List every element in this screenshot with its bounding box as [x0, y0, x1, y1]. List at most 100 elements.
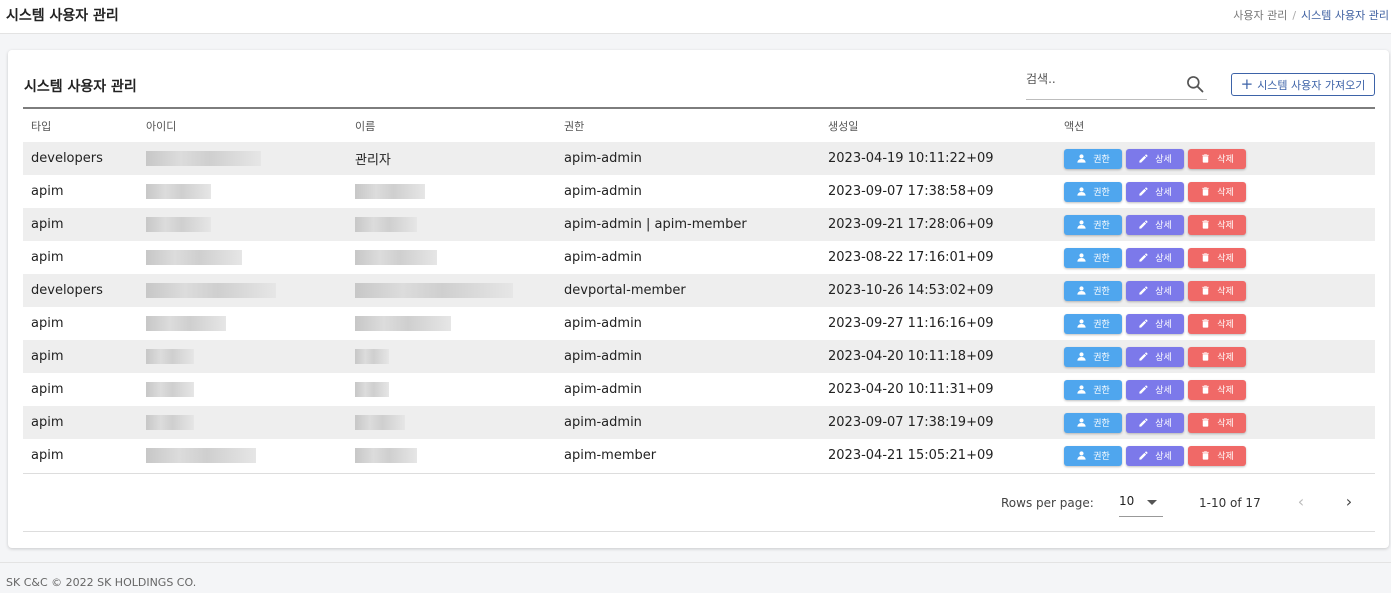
cell-actions: 권한 상세 삭제 [1056, 274, 1375, 307]
table-row[interactable]: developers 관리자 apim-admin 2023-04-19 10:11:… [23, 142, 1375, 175]
user-icon [1076, 450, 1093, 461]
trash-icon [1200, 417, 1217, 428]
table-row[interactable]: apim apim-member 2023-04-21 15:05:21+09 권한 상… [23, 439, 1375, 472]
redacted-name [355, 316, 451, 331]
detail-button[interactable]: 상세 [1126, 346, 1184, 367]
delete-button[interactable]: 삭제 [1188, 214, 1246, 235]
table-body: developers 관리자 apim-admin 2023-04-19 10:11:… [23, 142, 1375, 472]
detail-button[interactable]: 상세 [1126, 445, 1184, 466]
detail-button[interactable]: 상세 [1126, 412, 1184, 433]
cell-name [347, 208, 556, 241]
column-header-id[interactable]: 아이디 [138, 109, 347, 142]
table-row[interactable]: apim apim-admin 2023-04-20 10:11:31+09 권한 상세… [23, 373, 1375, 406]
table-row[interactable]: apim apim-admin 2023-08-22 17:16:01+09 권한 상세… [23, 241, 1375, 274]
redacted-name [355, 448, 417, 463]
detail-button[interactable]: 상세 [1126, 181, 1184, 202]
permission-button[interactable]: 권한 [1064, 280, 1122, 301]
table-row[interactable]: apim apim-admin 2023-04-20 10:11:18+09 권한 상세… [23, 340, 1375, 373]
table-row[interactable]: apim apim-admin 2023-09-07 17:38:19+09 권한 상세… [23, 406, 1375, 439]
table-row[interactable]: apim apim-admin 2023-09-07 17:38:58+09 권한 상세… [23, 175, 1375, 208]
cell-name [347, 241, 556, 274]
trash-icon [1200, 384, 1217, 395]
permission-button[interactable]: 권한 [1064, 379, 1122, 400]
delete-button[interactable]: 삭제 [1188, 280, 1246, 301]
breadcrumb-item-system-user-management: 시스템 사용자 관리 [1301, 9, 1389, 22]
cell-role: devportal-member [564, 283, 686, 298]
import-button-label: 시스템 사용자 가져오기 [1257, 78, 1366, 92]
table-header-row: 타입 아이디 이름 권한 생성일 액션 [23, 109, 1375, 142]
delete-button-label: 삭제 [1217, 419, 1234, 429]
search-icon[interactable] [1185, 74, 1205, 94]
cell-type: developers [31, 151, 103, 166]
delete-button[interactable]: 삭제 [1188, 148, 1246, 169]
column-header-type[interactable]: 타입 [23, 109, 138, 142]
table-row[interactable]: apim apim-admin | apim-member 2023-09-21 1… [23, 208, 1375, 241]
delete-button[interactable]: 삭제 [1188, 346, 1246, 367]
cell-role: apim-admin [564, 151, 642, 166]
trash-icon [1200, 318, 1217, 329]
permission-button[interactable]: 권한 [1064, 247, 1122, 268]
delete-button[interactable]: 삭제 [1188, 412, 1246, 433]
cell-role: apim-admin [564, 415, 642, 430]
detail-button-label: 상세 [1155, 419, 1172, 429]
pencil-icon [1138, 384, 1155, 395]
rows-per-page-value: 10 [1119, 494, 1135, 508]
chevron-right-icon[interactable]: › [1339, 493, 1359, 513]
redacted-id [146, 151, 261, 166]
cell-actions: 권한 상세 삭제 [1056, 241, 1375, 274]
delete-button[interactable]: 삭제 [1188, 445, 1246, 466]
detail-button[interactable]: 상세 [1126, 379, 1184, 400]
pencil-icon [1138, 153, 1155, 164]
redacted-id [146, 415, 194, 430]
cell-type: apim [31, 184, 64, 199]
cell-type: apim [31, 250, 64, 265]
column-header-created[interactable]: 생성일 [820, 109, 1056, 142]
permission-button[interactable]: 권한 [1064, 346, 1122, 367]
search-input[interactable] [1026, 72, 1176, 86]
column-header-name[interactable]: 이름 [347, 109, 556, 142]
detail-button[interactable]: 상세 [1126, 214, 1184, 235]
breadcrumb-item-user-management[interactable]: 사용자 관리 [1233, 9, 1287, 22]
user-icon [1076, 318, 1093, 329]
permission-button[interactable]: 권한 [1064, 313, 1122, 334]
detail-button-label: 상세 [1155, 287, 1172, 297]
cell-name: 관리자 [355, 153, 391, 168]
cell-name [347, 373, 556, 406]
delete-button-label: 삭제 [1217, 155, 1234, 165]
permission-button[interactable]: 권한 [1064, 148, 1122, 169]
search-field[interactable] [1026, 68, 1207, 100]
permission-button[interactable]: 권한 [1064, 214, 1122, 235]
chevron-left-icon[interactable]: ‹ [1291, 493, 1311, 513]
rows-per-page-select[interactable]: 10 [1119, 489, 1163, 517]
cell-id [138, 340, 347, 373]
table-row[interactable]: apim apim-admin 2023-09-27 11:16:16+09 권한 상세… [23, 307, 1375, 340]
import-system-user-button[interactable]: + 시스템 사용자 가져오기 [1231, 73, 1375, 96]
detail-button[interactable]: 상세 [1126, 247, 1184, 268]
delete-button[interactable]: 삭제 [1188, 313, 1246, 334]
pagination-range: 1-10 of 17 [1199, 496, 1261, 510]
delete-button-label: 삭제 [1217, 320, 1234, 330]
redacted-id [146, 382, 194, 397]
user-icon [1076, 384, 1093, 395]
cell-type: apim [31, 415, 64, 430]
cell-role: apim-admin [564, 382, 642, 397]
cell-name [347, 274, 556, 307]
detail-button[interactable]: 상세 [1126, 148, 1184, 169]
cell-created: 2023-04-21 15:05:21+09 [828, 448, 994, 463]
permission-button[interactable]: 권한 [1064, 445, 1122, 466]
delete-button[interactable]: 삭제 [1188, 379, 1246, 400]
detail-button-label: 상세 [1155, 188, 1172, 198]
permission-button[interactable]: 권한 [1064, 181, 1122, 202]
delete-button[interactable]: 삭제 [1188, 181, 1246, 202]
detail-button[interactable]: 상세 [1126, 280, 1184, 301]
permission-button-label: 권한 [1093, 188, 1110, 198]
permission-button[interactable]: 권한 [1064, 412, 1122, 433]
detail-button[interactable]: 상세 [1126, 313, 1184, 334]
user-icon [1076, 417, 1093, 428]
permission-button-label: 권한 [1093, 287, 1110, 297]
cell-created: 2023-09-07 17:38:58+09 [828, 184, 994, 199]
table-row[interactable]: developers devportal-member 2023-10-26 14:… [23, 274, 1375, 307]
cell-role: apim-member [564, 448, 657, 463]
column-header-role[interactable]: 권한 [556, 109, 820, 142]
delete-button[interactable]: 삭제 [1188, 247, 1246, 268]
